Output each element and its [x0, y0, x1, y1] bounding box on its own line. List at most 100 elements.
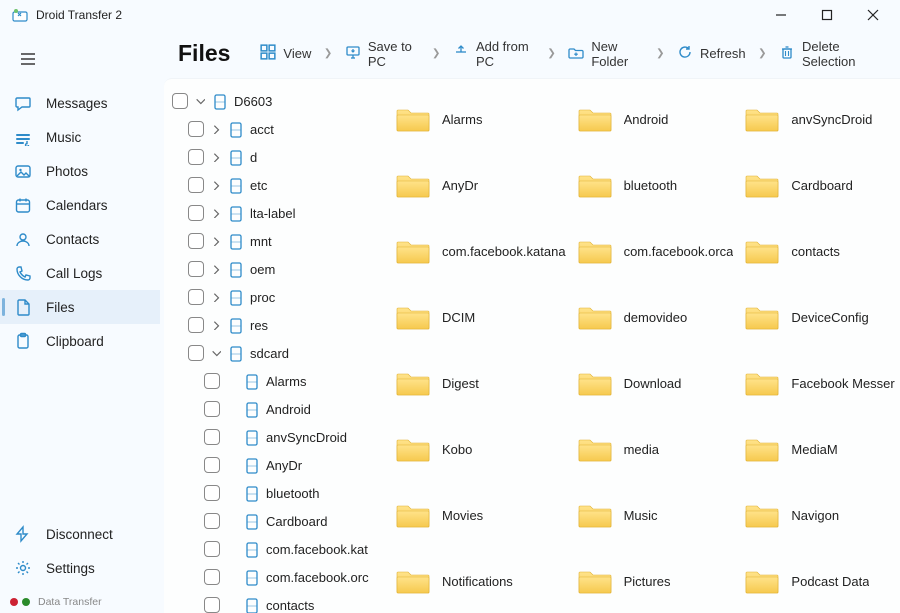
- refresh-icon: [677, 44, 693, 63]
- sidebar-item-call-logs[interactable]: Call Logs: [0, 256, 160, 290]
- delete-selection-button[interactable]: Delete Selection: [775, 35, 882, 73]
- new-folder-icon: [568, 44, 584, 63]
- settings-icon: [14, 559, 32, 577]
- chevron-down-icon[interactable]: [210, 347, 222, 359]
- folder-item[interactable]: AnyDr: [394, 155, 568, 215]
- folder-item[interactable]: demovideo: [576, 287, 736, 347]
- close-button[interactable]: [850, 0, 896, 30]
- folder-item[interactable]: anvSyncDroid: [743, 89, 896, 149]
- folder-item[interactable]: contacts: [743, 221, 896, 281]
- checkbox[interactable]: [204, 373, 220, 389]
- tree-item[interactable]: Alarms: [168, 367, 375, 395]
- sidebar-item-disconnect[interactable]: Disconnect: [0, 517, 160, 551]
- chevron-right-icon[interactable]: [210, 263, 222, 275]
- menu-button[interactable]: [8, 42, 48, 76]
- folder-grid[interactable]: AlarmsAndroidanvSyncDroid AnyDrbluetoothC…: [380, 79, 900, 613]
- checkbox[interactable]: [188, 345, 204, 361]
- checkbox[interactable]: [204, 569, 220, 585]
- tree-item[interactable]: acct: [168, 115, 375, 143]
- save-to-pc-button[interactable]: Save to PC: [341, 35, 424, 73]
- checkbox[interactable]: [204, 597, 220, 613]
- sidebar-item-settings[interactable]: Settings: [0, 551, 160, 585]
- tree-item[interactable]: sdcard: [168, 339, 375, 367]
- chevron-right-icon[interactable]: [210, 123, 222, 135]
- sidebar-item-photos[interactable]: Photos: [0, 154, 160, 188]
- chevron-down-icon[interactable]: [194, 95, 206, 107]
- folder-icon: [578, 566, 612, 596]
- folder-item[interactable]: DeviceConfig: [743, 287, 896, 347]
- folder-item[interactable]: com.facebook.katana: [394, 221, 568, 281]
- folder-item[interactable]: Cardboard: [743, 155, 896, 215]
- folder-tree[interactable]: D6603acctdetclta-labelmntoemprocressdcar…: [164, 79, 380, 613]
- checkbox[interactable]: [204, 541, 220, 557]
- tree-item[interactable]: d: [168, 143, 375, 171]
- checkbox[interactable]: [188, 317, 204, 333]
- folder-item[interactable]: Podcast Data: [743, 551, 896, 611]
- checkbox[interactable]: [172, 93, 188, 109]
- app-title: Droid Transfer 2: [36, 8, 758, 22]
- folder-item[interactable]: Download: [576, 353, 736, 413]
- refresh-button[interactable]: Refresh: [673, 40, 750, 67]
- tree-item[interactable]: proc: [168, 283, 375, 311]
- checkbox[interactable]: [204, 457, 220, 473]
- sidebar-item-contacts[interactable]: Contacts: [0, 222, 160, 256]
- checkbox[interactable]: [188, 205, 204, 221]
- tree-item[interactable]: lta-label: [168, 199, 375, 227]
- sidebar-item-files[interactable]: Files: [0, 290, 160, 324]
- folder-item[interactable]: com.facebook.orca: [576, 221, 736, 281]
- folder-item[interactable]: Pictures: [576, 551, 736, 611]
- tree-item[interactable]: res: [168, 311, 375, 339]
- checkbox[interactable]: [204, 485, 220, 501]
- new-folder-button[interactable]: New Folder: [564, 35, 647, 73]
- tree-item[interactable]: oem: [168, 255, 375, 283]
- checkbox[interactable]: [188, 289, 204, 305]
- tree-item[interactable]: D6603: [168, 87, 375, 115]
- checkbox[interactable]: [204, 401, 220, 417]
- folder-item[interactable]: media: [576, 419, 736, 479]
- checkbox[interactable]: [188, 261, 204, 277]
- sidebar-item-messages[interactable]: Messages: [0, 86, 160, 120]
- add-from-pc-button[interactable]: Add from PC: [449, 35, 539, 73]
- folder-item[interactable]: bluetooth: [576, 155, 736, 215]
- tree-item[interactable]: com.facebook.orc: [168, 563, 375, 591]
- chevron-right-icon[interactable]: [210, 207, 222, 219]
- checkbox[interactable]: [204, 429, 220, 445]
- chevron-right-icon[interactable]: [210, 179, 222, 191]
- device-folder-icon: [244, 401, 260, 417]
- sidebar-item-calendars[interactable]: Calendars: [0, 188, 160, 222]
- checkbox[interactable]: [188, 149, 204, 165]
- folder-item[interactable]: Navigon: [743, 485, 896, 545]
- minimize-button[interactable]: [758, 0, 804, 30]
- chevron-right-icon[interactable]: [210, 291, 222, 303]
- checkbox[interactable]: [188, 121, 204, 137]
- folder-item[interactable]: Android: [576, 89, 736, 149]
- tree-item[interactable]: com.facebook.kat: [168, 535, 375, 563]
- tree-item[interactable]: mnt: [168, 227, 375, 255]
- folder-item[interactable]: DCIM: [394, 287, 568, 347]
- checkbox[interactable]: [188, 233, 204, 249]
- sidebar-item-clipboard[interactable]: Clipboard: [0, 324, 160, 358]
- folder-item[interactable]: Music: [576, 485, 736, 545]
- sidebar-item-music[interactable]: Music: [0, 120, 160, 154]
- folder-item[interactable]: Notifications: [394, 551, 568, 611]
- tree-item[interactable]: AnyDr: [168, 451, 375, 479]
- tree-item[interactable]: anvSyncDroid: [168, 423, 375, 451]
- maximize-button[interactable]: [804, 0, 850, 30]
- checkbox[interactable]: [188, 177, 204, 193]
- tree-item[interactable]: bluetooth: [168, 479, 375, 507]
- view-button[interactable]: View: [256, 40, 315, 67]
- tree-item[interactable]: contacts: [168, 591, 375, 613]
- folder-item[interactable]: Kobo: [394, 419, 568, 479]
- folder-item[interactable]: Movies: [394, 485, 568, 545]
- chevron-right-icon[interactable]: [210, 235, 222, 247]
- folder-item[interactable]: Facebook Messer: [743, 353, 896, 413]
- folder-item[interactable]: Alarms: [394, 89, 568, 149]
- checkbox[interactable]: [204, 513, 220, 529]
- chevron-right-icon[interactable]: [210, 319, 222, 331]
- chevron-right-icon[interactable]: [210, 151, 222, 163]
- tree-item[interactable]: Android: [168, 395, 375, 423]
- folder-item[interactable]: MediaM: [743, 419, 896, 479]
- tree-item[interactable]: etc: [168, 171, 375, 199]
- tree-item[interactable]: Cardboard: [168, 507, 375, 535]
- folder-item[interactable]: Digest: [394, 353, 568, 413]
